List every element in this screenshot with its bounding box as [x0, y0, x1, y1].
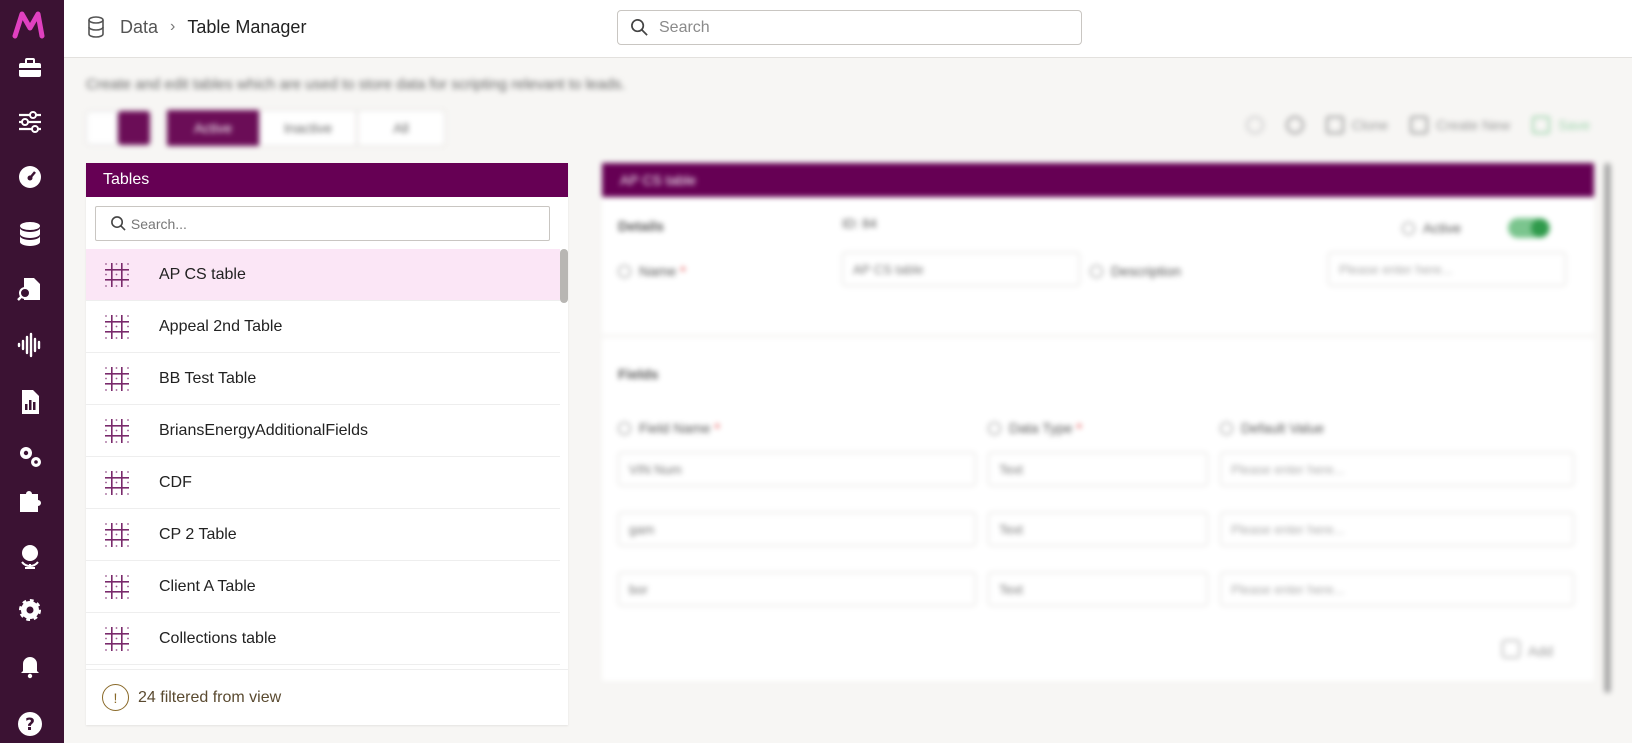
tables-list: AP CS table Appeal 2nd Table BB Test Table…	[86, 249, 560, 665]
save-icon	[1532, 116, 1551, 134]
info-icon	[988, 422, 1001, 435]
info-icon	[1220, 422, 1233, 435]
table-list-item[interactable]: CDF	[86, 457, 560, 509]
tables-list-scrollbar[interactable]	[560, 249, 568, 303]
data-type-header: Data Type *	[988, 420, 1082, 436]
add-field-button[interactable]: Add	[1502, 640, 1553, 659]
detail-scrollbar[interactable]	[1604, 163, 1611, 693]
refresh-icon	[1285, 116, 1304, 134]
info-icon	[1402, 222, 1415, 235]
default-value-header: Default Value	[1220, 420, 1324, 436]
table-name: BB Test Table	[159, 369, 257, 387]
table-list-item[interactable]: Client A Table	[86, 561, 560, 613]
create-new-button[interactable]: Create New	[1410, 116, 1510, 134]
table-name: AP CS table	[159, 265, 246, 283]
undo-icon	[1245, 116, 1264, 134]
create-new-label: Create New	[1436, 117, 1511, 133]
active-toggle[interactable]	[1508, 218, 1550, 238]
table-list-item[interactable]: CP 2 Table	[86, 509, 560, 561]
table-grid-icon	[104, 366, 159, 392]
field-name-input[interactable]: bor	[618, 572, 976, 606]
field-name-input[interactable]: VIN Num	[618, 452, 976, 486]
field-name-input[interactable]: gam	[618, 512, 976, 546]
table-grid-icon	[104, 626, 159, 652]
name-label: Name *	[618, 263, 686, 279]
list-view-toggle[interactable]	[118, 111, 150, 145]
table-name: Client A Table	[159, 577, 256, 595]
table-list-item[interactable]: BriansEnergyAdditionalFields	[86, 405, 560, 457]
clone-button[interactable]: Clone	[1325, 116, 1389, 134]
data-type-select[interactable]: Text	[988, 572, 1208, 606]
record-id: ID: 84	[842, 216, 877, 231]
info-circle-icon: !	[102, 684, 129, 711]
table-name: Appeal 2nd Table	[159, 317, 283, 335]
tab-inactive[interactable]: Inactive	[259, 110, 357, 146]
tables-panel-title: Tables	[86, 163, 568, 197]
data-type-select[interactable]: Text	[988, 512, 1208, 546]
tables-search	[95, 206, 550, 241]
name-input[interactable]: AP CS table	[842, 252, 1080, 286]
table-list-item[interactable]: AP CS table	[86, 249, 560, 301]
table-grid-icon	[104, 522, 159, 548]
detail-title: AP CS table	[602, 163, 1594, 197]
undo-button[interactable]	[1245, 116, 1264, 134]
details-card: Details ID: 84 Active Name * AP CS table…	[602, 198, 1594, 334]
info-icon	[1090, 265, 1103, 278]
default-value-input[interactable]: Please enter here...	[1220, 572, 1574, 606]
info-icon	[618, 422, 631, 435]
active-label: Active	[1402, 220, 1461, 236]
info-icon	[618, 265, 631, 278]
detail-toolbar: Clone Create New Save	[1245, 116, 1590, 134]
filter-tabs: Active Inactive All	[167, 110, 445, 146]
table-list-item[interactable]: Appeal 2nd Table	[86, 301, 560, 353]
description-input[interactable]: Please enter here...	[1328, 252, 1566, 286]
tab-all[interactable]: All	[357, 110, 445, 146]
add-icon	[1502, 640, 1520, 658]
save-label: Save	[1558, 117, 1590, 133]
table-name: Collections table	[159, 629, 277, 647]
table-name: BriansEnergyAdditionalFields	[159, 421, 368, 439]
table-grid-icon	[104, 470, 159, 496]
table-name: CDF	[159, 473, 192, 491]
refresh-button[interactable]	[1285, 116, 1304, 134]
table-grid-icon	[104, 262, 159, 288]
clone-icon	[1325, 116, 1344, 134]
page-description: Create and edit tables which are used to…	[86, 76, 626, 93]
fields-card: Fields Field Name * Data Type * Default …	[602, 338, 1594, 681]
table-list-item[interactable]: BB Test Table	[86, 353, 560, 405]
default-value-input[interactable]: Please enter here...	[1220, 452, 1574, 486]
tab-active[interactable]: Active	[167, 110, 259, 146]
search-icon	[111, 216, 126, 231]
filtered-notice: ! 24 filtered from view	[86, 669, 568, 725]
data-type-select[interactable]: Text	[988, 452, 1208, 486]
save-button[interactable]: Save	[1532, 116, 1590, 134]
filtered-count: 24 filtered from view	[138, 688, 282, 706]
field-name-header: Field Name *	[618, 420, 720, 436]
table-grid-icon	[104, 574, 159, 600]
grid-icon	[1410, 116, 1429, 134]
tables-search-input[interactable]	[130, 215, 549, 232]
table-list-item[interactable]: Collections table	[86, 613, 560, 665]
table-grid-icon	[104, 314, 159, 340]
select-all-checkbox[interactable]	[86, 111, 118, 145]
fields-heading: Fields	[618, 366, 659, 382]
table-grid-icon	[104, 418, 159, 444]
tables-panel: Tables AP CS table Appeal 2nd Table BB Tes…	[86, 163, 568, 725]
details-heading: Details	[618, 218, 664, 234]
table-name: CP 2 Table	[159, 525, 237, 543]
clone-label: Clone	[1351, 117, 1389, 133]
default-value-input[interactable]: Please enter here...	[1220, 512, 1574, 546]
description-label: Description	[1090, 263, 1181, 279]
